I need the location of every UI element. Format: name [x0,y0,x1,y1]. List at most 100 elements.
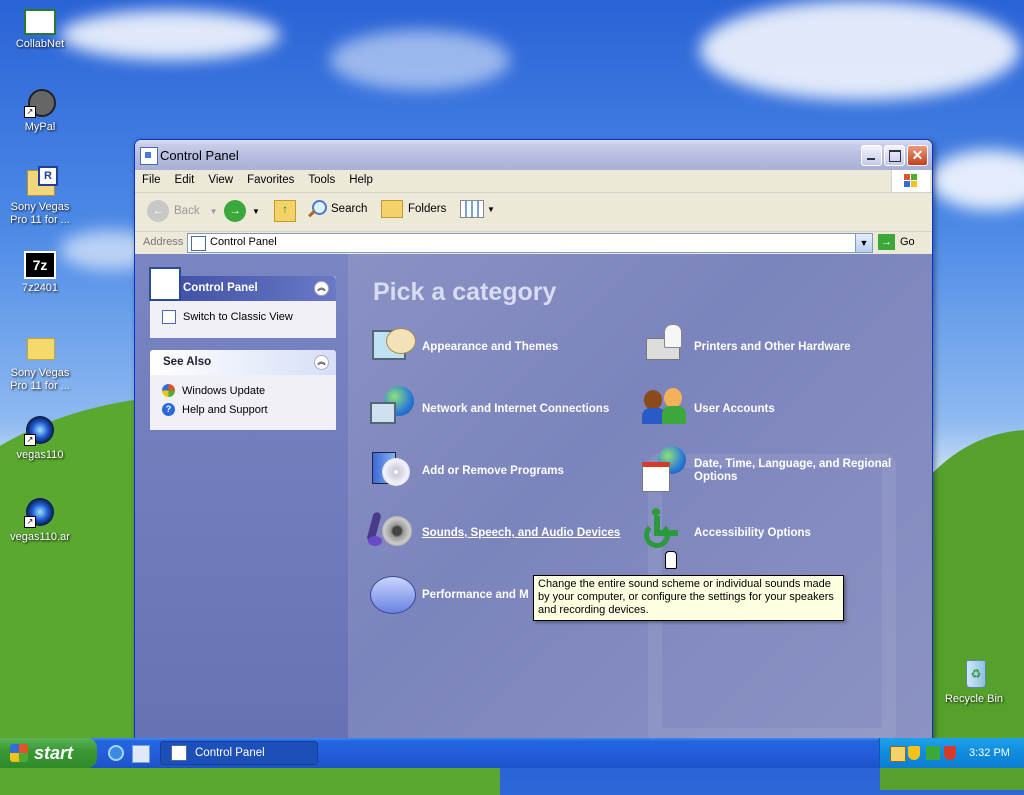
back-dropdown-icon[interactable]: ▼ [210,207,218,216]
desktop-icon-7z2401[interactable]: 7z 7z2401 [0,251,80,295]
folders-button[interactable]: Folders [381,200,446,218]
security-shield-tray-icon[interactable] [908,746,920,760]
task-pane: Control Panel ︽ Switch to Classic View S… [135,254,348,740]
views-dropdown-icon: ▼ [487,204,495,214]
minimize-button[interactable] [861,145,882,166]
close-button[interactable]: ✕ [907,145,928,166]
appearance-icon [368,322,418,372]
desktop-icon-sony-vegas-file[interactable]: R Sony Vegas Pro 11 for ... [0,166,80,227]
quick-launch-ie-icon[interactable] [108,745,124,761]
taskbar-control-panel[interactable]: Control Panel [160,741,318,765]
category-add-remove-programs[interactable]: Add or Remove Programs [368,446,564,496]
address-value: Control Panel [210,236,277,248]
collapse-chevron-icon[interactable]: ︽ [314,281,329,296]
category-performance[interactable]: Performance and M [368,570,529,620]
help-support-link[interactable]: ? Help and Support [162,403,326,416]
menu-tools[interactable]: Tools [301,170,342,186]
start-button[interactable]: start [0,738,97,768]
control-panel-box: Control Panel ︽ Switch to Classic View [149,267,336,338]
help-support-label: Help and Support [182,403,268,416]
desktop-icon-vegas110-ar[interactable]: ↗ vegas110.ar [0,496,80,544]
control-panel-small-icon [162,310,176,324]
network-icon [368,384,418,434]
windows-update-label: Windows Update [182,384,266,397]
category-label: Network and Internet Connections [422,403,610,415]
category-label: User Accounts [694,403,775,415]
hardware-tray-icon[interactable] [926,746,940,760]
control-panel-box-header[interactable]: Control Panel ︽ [149,267,336,301]
switch-classic-view-link[interactable]: Switch to Classic View [162,310,326,324]
category-label: Performance and M [422,589,529,601]
see-also-header[interactable]: See Also ︽ [150,350,336,375]
menu-help[interactable]: Help [342,170,380,186]
category-label: Accessibility Options [694,527,811,539]
collapse-chevron-icon[interactable]: ︽ [314,355,329,370]
search-label: Search [331,203,368,215]
desktop-icon-label: vegas110 [16,449,64,461]
address-field[interactable]: Control Panel ▼ [187,233,873,253]
taskbar: start Control Panel 3:32 PM [0,738,1024,768]
alert-shield-tray-icon[interactable] [944,746,956,760]
control-panel-icon [140,147,158,165]
title-bar[interactable]: Control Panel ✕ [135,140,932,170]
desktop-icon-label: Sony Vegas Pro 11 for ... [10,367,70,392]
views-button[interactable]: ▼ [460,200,495,218]
go-button[interactable]: → Go [878,234,915,250]
category-network[interactable]: Network and Internet Connections [368,384,609,434]
desktop-icon-label: CollabNet [15,38,65,50]
help-icon: ? [162,403,175,416]
desktop-icon-collabnet[interactable]: CollabNet [0,5,80,51]
recycle-bin-icon: ♻ [958,658,990,690]
category-user-accounts[interactable]: User Accounts [640,384,775,434]
start-label: start [34,742,74,763]
clock[interactable]: 3:32 PM [969,747,1010,759]
search-button[interactable]: Search [308,200,367,218]
desktop-icon-label: MyPal [24,121,56,133]
menu-edit[interactable]: Edit [168,170,202,186]
forward-button[interactable]: → ▼ [224,200,260,222]
desktop-icon-vegas110[interactable]: ↗ vegas110 [0,414,80,462]
menu-view[interactable]: View [201,170,240,186]
search-icon [308,200,327,218]
control-panel-box-title: Control Panel [183,282,258,294]
address-bar: Address Control Panel ▼ → Go [135,232,932,255]
desktop-icon-label: Sony Vegas Pro 11 for ... [10,201,70,226]
menu-favorites[interactable]: Favorites [240,170,301,186]
control-panel-small-icon [191,236,206,251]
desktop-icon-recycle-bin[interactable]: ♻ Recycle Bin [934,658,1014,706]
forward-dropdown-icon[interactable]: ▼ [252,207,260,216]
system-tray: 3:32 PM [879,738,1024,768]
raccoon-shortcut-icon: ↗ [24,86,56,118]
desktop-icon-mypal[interactable]: ↗ MyPal [0,86,80,134]
windows-update-icon [162,384,175,397]
file-icon: R [24,166,58,198]
users-icon [640,384,690,434]
windows-update-link[interactable]: Windows Update [162,384,326,397]
menu-file[interactable]: File [135,170,168,186]
back-button[interactable]: ← Back ▼ [147,200,218,222]
back-label: Back [174,205,200,217]
network-tray-icon[interactable] [890,746,906,762]
window-title: Control Panel [160,148,239,163]
address-dropdown-button[interactable]: ▼ [855,234,872,252]
category-appearance[interactable]: Appearance and Themes [368,322,558,372]
category-date-time[interactable]: Date, Time, Language, and Regional Optio… [640,446,904,496]
sound-icon [366,508,418,558]
menu-bar: File Edit View Favorites Tools Help [135,170,932,193]
category-accessibility[interactable]: Accessibility Options [640,508,811,558]
go-label: Go [900,236,915,248]
taskbar-item-label: Control Panel [195,747,265,759]
folders-label: Folders [408,203,447,215]
up-folder-button[interactable]: ↑ [274,200,296,222]
quick-launch-explorer-icon[interactable] [132,745,150,763]
certificate-icon [24,9,56,35]
content-area: Control Panel ︽ Switch to Classic View S… [135,254,932,740]
desktop-icon-sony-vegas-folder[interactable]: Sony Vegas Pro 11 for ... [0,332,80,393]
maximize-button[interactable] [884,145,905,166]
category-pane: Pick a category Appearance and Themes Pr… [348,254,932,740]
folder-icon [24,332,56,364]
category-printers[interactable]: Printers and Other Hardware [640,322,851,372]
performance-icon [368,570,418,620]
category-sounds[interactable]: Sounds, Speech, and Audio Devices [366,508,620,558]
control-panel-small-icon [171,745,187,761]
